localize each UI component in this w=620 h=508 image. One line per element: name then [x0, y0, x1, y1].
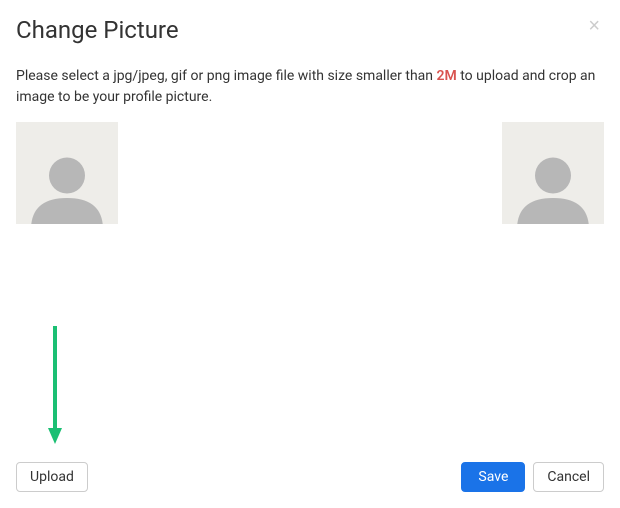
avatar-preview-row — [16, 122, 604, 224]
upload-instruction-text: Please select a jpg/jpeg, gif or png ima… — [16, 66, 604, 108]
avatar-crop-preview-placeholder — [502, 122, 604, 224]
save-button[interactable]: Save — [461, 462, 525, 492]
cancel-button[interactable]: Cancel — [533, 462, 604, 492]
instruction-prefix: Please select a jpg/jpeg, gif or png ima… — [16, 68, 437, 84]
close-icon: × — [588, 15, 600, 37]
person-icon — [508, 148, 598, 224]
avatar-source-placeholder — [16, 122, 118, 224]
footer-left: Upload — [16, 462, 88, 492]
modal-footer: Upload Save Cancel — [16, 462, 604, 492]
upload-button[interactable]: Upload — [16, 462, 88, 492]
size-limit: 2M — [437, 68, 457, 84]
modal-header: Change Picture × — [16, 16, 604, 44]
footer-right: Save Cancel — [461, 462, 604, 492]
close-button[interactable]: × — [584, 16, 604, 36]
person-icon — [22, 148, 112, 224]
modal-title: Change Picture — [16, 16, 179, 44]
annotation-arrow-icon — [48, 326, 68, 446]
